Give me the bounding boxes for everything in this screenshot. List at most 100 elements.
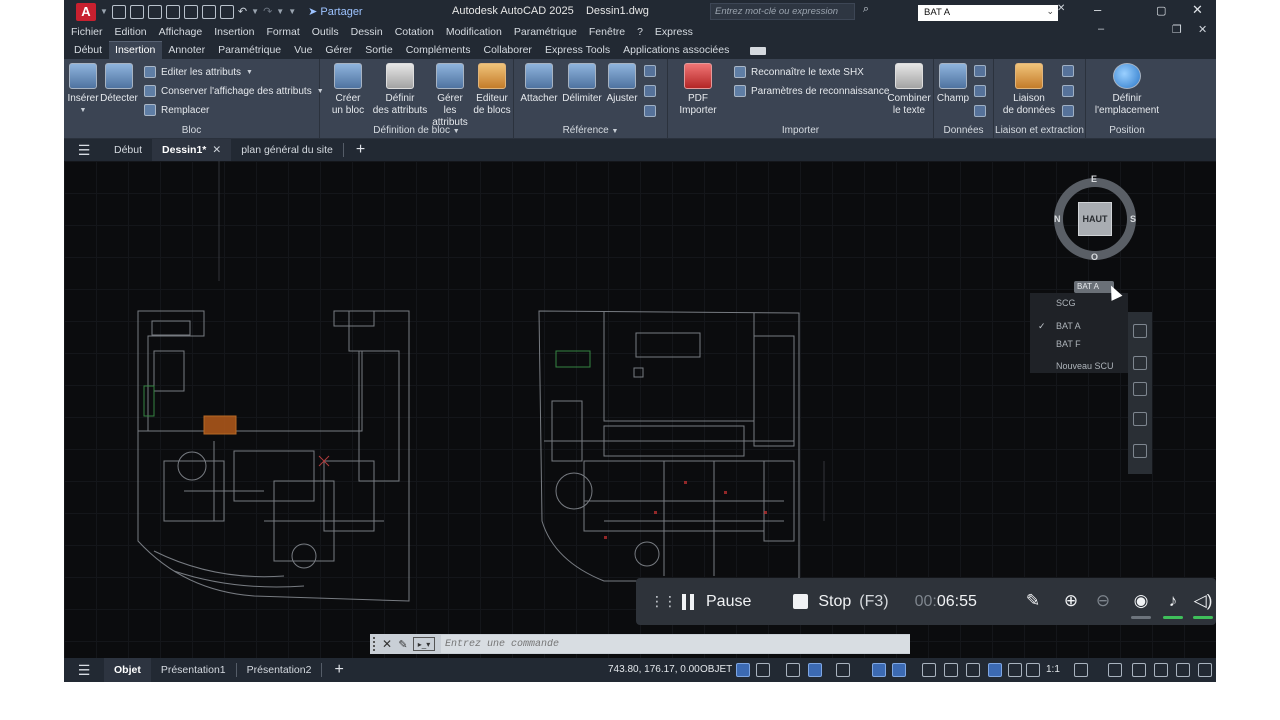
layout-tab-presentation2[interactable]: Présentation2 [237,658,322,682]
menu-dessin[interactable]: Dessin [351,26,383,38]
close-icon[interactable]: ✕ [379,637,395,651]
isodraft-icon[interactable] [836,663,850,677]
chevron-down-icon[interactable]: ⌄ [1046,6,1054,17]
gerer-attributs-button[interactable]: Gérer les attributs [430,63,470,129]
coordinates-readout[interactable]: 743.80, 176.17, 0.00 [608,664,700,675]
update-fields-icon[interactable] [974,65,986,77]
export-links-icon[interactable] [1062,105,1074,117]
add-layout-icon[interactable]: + [334,661,343,679]
new-file-icon[interactable] [111,4,126,19]
open-file-icon[interactable] [129,4,144,19]
undo-dropdown-icon[interactable]: ▼ [251,7,259,16]
tab-applications-associees[interactable]: Applications associées [617,42,736,59]
zoom-out-icon[interactable]: ⊖ [1092,591,1114,613]
ajuster-button[interactable]: Ajuster [604,63,640,105]
grid-icon[interactable] [736,663,750,677]
ucs-item-bat-a[interactable]: BAT A [1056,321,1081,331]
ribbon-options-icon[interactable] [750,47,767,55]
menu-modification[interactable]: Modification [446,26,502,38]
parametres-reconnaissance-button[interactable]: Paramètres de reconnaissance [734,85,889,97]
pause-button[interactable]: Pause [706,593,751,611]
annotation-scale-icon[interactable] [1026,663,1040,677]
tab-debut[interactable]: Début [68,42,109,59]
search-icon[interactable]: ⌕ [856,3,876,20]
tab-gerer[interactable]: Gérer [319,42,359,59]
viewcube-top-face[interactable]: HAUT [1078,202,1112,236]
selection-cycling-icon[interactable] [966,663,980,677]
conserver-affichage-button[interactable]: Conserver l'affichage des attributs ▼ [144,85,324,97]
extract-data-icon[interactable] [1062,65,1074,77]
menu-insertion[interactable]: Insertion [214,26,254,38]
definir-attributs-button[interactable]: Définir des attributs [372,63,428,117]
orbit-icon[interactable] [1133,412,1147,426]
ucs-item-scg[interactable]: SCG [1056,298,1076,308]
customize-menu-icon[interactable] [1198,663,1212,677]
editeur-blocs-button[interactable]: Editeur de blocs [472,63,512,117]
frames-icon[interactable] [644,85,656,97]
file-tab-plan-general[interactable]: plan général du site [231,139,343,161]
update-links-icon[interactable] [1062,85,1074,97]
viewcube[interactable]: HAUT E N S O [1052,174,1138,262]
delimiter-button[interactable]: Délimiter [560,63,604,105]
lineweight-icon[interactable] [922,663,936,677]
annotation-visibility-icon[interactable] [988,663,1002,677]
units-icon[interactable] [1132,663,1146,677]
inserer-button[interactable]: Insérer ▼ [66,63,100,117]
menu-affichage[interactable]: Affichage [159,26,203,38]
definir-emplacement-button[interactable]: Définir l'emplacement [1090,63,1164,117]
layout-tab-presentation1[interactable]: Présentation1 [151,658,236,682]
menu-edition[interactable]: Edition [115,26,147,38]
annotation-scale-value[interactable]: 1:1 [1046,664,1060,675]
ortho-icon[interactable] [786,663,800,677]
stop-button[interactable]: Stop [818,593,851,611]
steering-wheel-icon[interactable] [1133,324,1147,338]
model-space-toggle[interactable]: OBJET [700,664,732,675]
polar-tracking-icon[interactable] [808,663,822,677]
print-icon[interactable] [219,4,234,19]
plus-icon[interactable] [1108,663,1122,677]
menu-parametrique[interactable]: Paramétrique [514,26,577,38]
pause-icon[interactable] [682,593,694,610]
drag-handle-icon[interactable]: ⋮⋮ [650,593,677,610]
cloud-save-icon[interactable] [201,4,216,19]
snap-mode-icon[interactable] [756,663,770,677]
snap-underlays-icon[interactable] [644,105,656,117]
definition-panel-label[interactable]: Définition de bloc ▼ [320,125,513,136]
wrench-icon[interactable]: ✎ [395,638,411,651]
customize-toolbar-icon[interactable]: ▼ [288,7,296,16]
tab-parametrique[interactable]: Paramétrique [212,42,288,59]
remplacer-button[interactable]: Remplacer [144,104,209,116]
save-as-icon[interactable] [165,4,180,19]
transparency-icon[interactable] [944,663,958,677]
doc-restore-icon[interactable]: ❐ [1172,23,1182,36]
autocad-logo-icon[interactable]: A [76,2,96,21]
editer-attributs-button[interactable]: Editer les attributs ▼ [144,66,253,78]
pan-hand-icon[interactable] [1133,356,1147,370]
command-input[interactable] [441,635,910,653]
recent-commands-icon[interactable]: ▸_▾ [413,637,435,651]
camera-icon[interactable]: ◉ [1130,591,1152,613]
undo-icon[interactable]: ↶ [238,5,247,18]
zoom-in-icon[interactable]: ⊕ [1060,591,1082,613]
tab-annoter[interactable]: Annoter [162,42,212,59]
auto-scale-icon[interactable] [1008,663,1022,677]
stop-icon[interactable] [793,594,809,609]
doc-minimize-icon[interactable]: – [1098,23,1104,35]
ucs-item-nouveau-scu[interactable]: Nouveau SCU [1056,361,1114,371]
ole-object-icon[interactable] [974,85,986,97]
redo-dropdown-icon[interactable]: ▼ [276,7,284,16]
reference-panel-label[interactable]: Référence ▼ [514,125,667,136]
object-snap-tracking-icon[interactable] [872,663,886,677]
gear-icon[interactable] [1074,663,1088,677]
creer-bloc-button[interactable]: Créer un bloc [328,63,368,117]
layout-tab-objet[interactable]: Objet [104,658,151,682]
menu-fichier[interactable]: Fichier [71,26,103,38]
tab-collaborer[interactable]: Collaborer [477,42,538,59]
app-menu-arrow-icon[interactable]: ▼ [100,7,108,16]
ucs-select-input[interactable]: BAT A ⌄ [918,5,1058,21]
close-icon[interactable]: ✕ [212,144,221,156]
champ-button[interactable]: Champ [936,63,970,105]
add-tab-icon[interactable]: + [356,141,365,159]
minimize-button[interactable]: – [1094,2,1101,17]
file-tabs-menu-icon[interactable]: ☰ [64,142,104,159]
